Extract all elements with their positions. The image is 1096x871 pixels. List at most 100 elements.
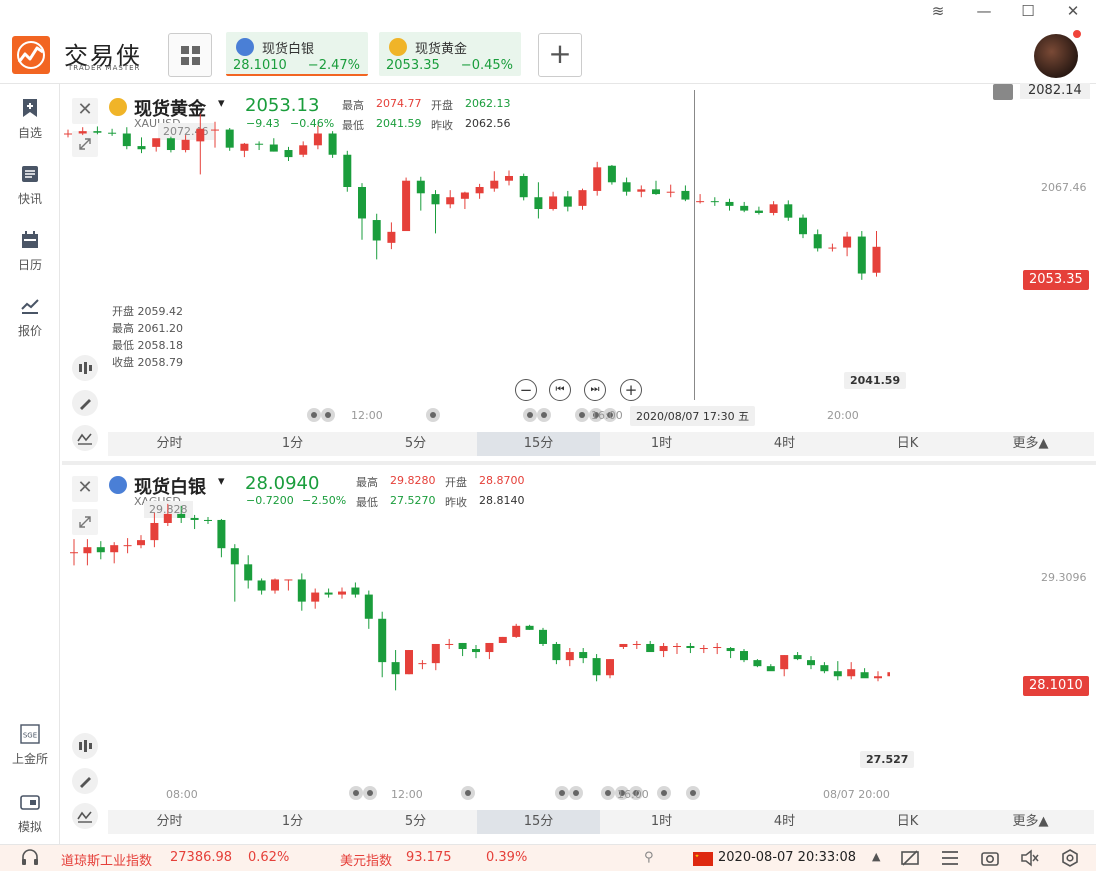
candle[interactable] — [490, 171, 499, 192]
candle[interactable] — [754, 206, 763, 215]
gold-scroll-start-button[interactable]: ⏮ — [549, 379, 571, 401]
silver-candlestick-chart[interactable] — [60, 470, 890, 740]
candle[interactable] — [505, 170, 513, 186]
gold-dropdown-icon[interactable]: ▾ — [218, 96, 225, 111]
candle[interactable] — [387, 222, 396, 250]
event-marker[interactable] — [575, 408, 589, 422]
candle[interactable] — [498, 636, 507, 643]
candle[interactable] — [622, 177, 631, 196]
tab-timeframe-more[interactable]: 更多▲ — [969, 810, 1092, 834]
tab-timeframe[interactable]: 日K — [846, 432, 969, 456]
candle[interactable] — [793, 652, 802, 661]
event-marker[interactable] — [349, 786, 363, 800]
candle[interactable] — [108, 128, 117, 136]
tile-gold[interactable]: 现货黄金 2053.35 −0.45% — [379, 32, 521, 76]
minimize-button[interactable]: — — [973, 2, 995, 20]
candle[interactable] — [196, 113, 205, 175]
candle[interactable] — [405, 650, 413, 675]
candle[interactable] — [211, 121, 219, 148]
wifi-icon[interactable]: ⚲ — [644, 850, 654, 865]
candle[interactable] — [284, 146, 293, 162]
candle[interactable] — [311, 588, 320, 609]
candle[interactable] — [552, 641, 561, 665]
event-marker[interactable] — [569, 786, 583, 800]
candle[interactable] — [579, 648, 588, 664]
menu-icon[interactable] — [940, 849, 960, 867]
sidebar-item-watchlist[interactable]: 自选 — [0, 98, 60, 141]
candle[interactable] — [646, 640, 655, 653]
candle[interactable] — [659, 642, 668, 658]
candle[interactable] — [343, 150, 352, 192]
camera-icon[interactable] — [980, 849, 1000, 867]
candle[interactable] — [416, 176, 425, 211]
candle[interactable] — [652, 180, 660, 195]
event-marker[interactable] — [321, 408, 335, 422]
sidebar-item-simulate[interactable]: 模拟 — [0, 792, 60, 835]
candle[interactable] — [799, 214, 807, 239]
candle[interactable] — [166, 136, 175, 153]
gold-indicator-button[interactable] — [72, 425, 98, 451]
candle[interactable] — [240, 142, 249, 158]
candle[interactable] — [418, 660, 427, 670]
event-marker[interactable] — [307, 408, 321, 422]
tab-timeframe-selected[interactable]: 15分 — [477, 810, 600, 834]
candle[interactable] — [181, 135, 190, 153]
tab-timeframe[interactable]: 1分 — [231, 432, 354, 456]
candle[interactable] — [860, 668, 869, 679]
event-marker[interactable] — [523, 408, 537, 422]
candle[interactable] — [874, 671, 882, 682]
candle[interactable] — [780, 655, 789, 677]
candle[interactable] — [525, 624, 534, 630]
event-marker[interactable] — [537, 408, 551, 422]
gold-scroll-end-button[interactable]: ⏭ — [584, 379, 606, 401]
gold-zoom-in-button[interactable]: + — [620, 379, 642, 401]
candle[interactable] — [699, 644, 708, 654]
sidebar-item-calendar[interactable]: 日历 — [0, 230, 60, 273]
candle[interactable] — [244, 555, 253, 589]
gold-chart-type-button[interactable] — [72, 355, 98, 381]
silver-chart-type-button[interactable] — [72, 733, 98, 759]
add-tile-button[interactable]: + — [538, 33, 582, 77]
candle[interactable] — [710, 197, 719, 206]
candle[interactable] — [123, 538, 132, 554]
gold-draw-button[interactable] — [72, 390, 98, 416]
candle[interactable] — [364, 590, 373, 629]
candle[interactable] — [93, 126, 102, 135]
event-marker[interactable] — [461, 786, 475, 800]
candle[interactable] — [686, 642, 695, 654]
candle[interactable] — [445, 638, 454, 650]
candle[interactable] — [431, 643, 440, 671]
candle[interactable] — [740, 649, 748, 663]
candle[interactable] — [177, 505, 186, 523]
candle[interactable] — [299, 141, 308, 158]
tab-timeframe[interactable]: 5分 — [354, 810, 477, 834]
candle[interactable] — [769, 201, 778, 216]
dow-label[interactable]: 道琼斯工业指数 — [61, 850, 152, 869]
candle[interactable] — [110, 542, 119, 564]
candle[interactable] — [225, 127, 234, 151]
candle[interactable] — [163, 503, 172, 527]
candle[interactable] — [458, 642, 467, 657]
candle[interactable] — [372, 213, 381, 260]
silver-indicator-button[interactable] — [72, 803, 98, 829]
candle[interactable] — [83, 539, 92, 566]
candle[interactable] — [257, 578, 266, 595]
candle[interactable] — [696, 194, 705, 204]
candle[interactable] — [887, 669, 890, 732]
tab-timeframe[interactable]: 1时 — [600, 432, 723, 456]
candle[interactable] — [230, 544, 239, 602]
event-marker[interactable] — [601, 786, 615, 800]
candle[interactable] — [391, 650, 400, 691]
candle[interactable] — [152, 138, 161, 152]
candle[interactable] — [137, 137, 146, 154]
candle[interactable] — [578, 188, 587, 210]
grid-layout-button[interactable] — [168, 33, 212, 77]
close-window-button[interactable]: ✕ — [1062, 2, 1084, 20]
candle[interactable] — [563, 190, 572, 212]
event-marker[interactable] — [657, 786, 671, 800]
candle[interactable] — [431, 190, 440, 234]
candle[interactable] — [713, 642, 722, 655]
candle[interactable] — [534, 182, 543, 219]
no-draw-icon[interactable] — [900, 849, 920, 867]
usd-index-label[interactable]: 美元指数 — [340, 850, 392, 869]
